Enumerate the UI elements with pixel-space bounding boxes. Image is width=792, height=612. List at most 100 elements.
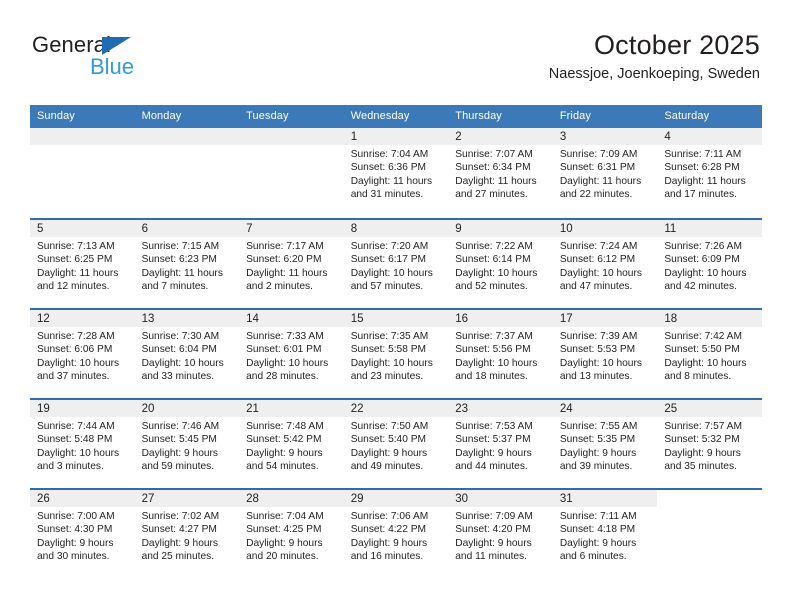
day-sun-info: Sunrise: 7:50 AM Sunset: 5:40 PM Daylight:… — [344, 417, 449, 473]
weekday-header-thursday: Thursday — [448, 105, 553, 128]
day-cell-8[interactable]: 8 Sunrise: 7:20 AM Sunset: 6:17 PM Daylight… — [343, 218, 449, 308]
day-cell-25[interactable]: 25 Sunrise: 7:57 AM Sunset: 5:32 PM Dayligh… — [657, 398, 762, 488]
day-cell-inner: 4 Sunrise: 7:11 AM Sunset: 6:28 PM Daylight… — [657, 128, 762, 218]
day-sun-info: Sunrise: 7:20 AM Sunset: 6:17 PM Daylight:… — [344, 237, 449, 293]
day-cell-29[interactable]: 29 Sunrise: 7:06 AM Sunset: 4:22 PM Dayligh… — [343, 488, 449, 578]
sunrise-text: Sunrise: 7:20 AM — [350, 241, 429, 252]
day-sun-info: Sunrise: 7:15 AM Sunset: 6:23 PM Daylight:… — [135, 237, 240, 293]
calendar-header-row: Sunday Monday Tuesday Wednesday Thursday Frid… — [30, 105, 762, 128]
day-sun-info: Sunrise: 7:00 AM Sunset: 4:30 PM Daylight:… — [30, 507, 135, 563]
weekday-header-saturday: Saturday — [657, 105, 762, 128]
daylight-text: Daylight: 9 hours — [455, 447, 532, 459]
sunrise-text: Sunrise: 7:39 AM — [559, 331, 638, 342]
weekday-header-friday: Friday — [552, 105, 658, 128]
daylight-text-cont: and 33 minutes. — [141, 370, 215, 382]
sunset-text: Sunset: 6:04 PM — [141, 344, 217, 356]
day-cell-10[interactable]: 10 Sunrise: 7:24 AM Sunset: 6:12 PM Dayligh… — [552, 218, 658, 308]
day-cell-inner: 17 Sunrise: 7:39 AM Sunset: 5:53 PM Dayligh… — [552, 308, 658, 398]
day-cell-empty — [239, 128, 344, 218]
sunrise-text: Sunrise: 7:50 AM — [350, 421, 429, 432]
day-cell-16[interactable]: 16 Sunrise: 7:37 AM Sunset: 5:56 PM Dayligh… — [448, 308, 553, 398]
day-cell-empty — [657, 488, 762, 578]
day-cell-28[interactable]: 28 Sunrise: 7:04 AM Sunset: 4:25 PM Dayligh… — [239, 488, 344, 578]
calendar-week-row: 1 Sunrise: 7:04 AM Sunset: 6:36 PM Daylight… — [30, 128, 762, 218]
day-cell-5[interactable]: 5 Sunrise: 7:13 AM Sunset: 6:25 PM Daylight… — [30, 218, 135, 308]
sunrise-text: Sunrise: 7:17 AM — [246, 241, 324, 252]
daylight-text: Daylight: 9 hours — [350, 447, 428, 459]
day-number: 17 — [552, 310, 658, 327]
day-cell-inner: 3 Sunrise: 7:09 AM Sunset: 6:31 PM Daylight… — [552, 128, 658, 218]
day-cell-15[interactable]: 15 Sunrise: 7:35 AM Sunset: 5:58 PM Dayligh… — [343, 308, 449, 398]
day-cell-inner — [134, 128, 240, 218]
day-cell-1[interactable]: 1 Sunrise: 7:04 AM Sunset: 6:36 PM Daylight… — [343, 128, 449, 218]
day-cell-23[interactable]: 23 Sunrise: 7:53 AM Sunset: 5:37 PM Dayligh… — [448, 398, 553, 488]
day-sun-info: Sunrise: 7:57 AM Sunset: 5:32 PM Daylight:… — [657, 417, 762, 473]
daylight-text-cont: and 28 minutes. — [246, 370, 319, 382]
day-number: 19 — [30, 400, 135, 417]
daylight-text: Daylight: 10 hours — [350, 267, 433, 279]
daylight-text: Daylight: 9 hours — [141, 537, 219, 549]
daylight-text: Daylight: 11 hours — [246, 267, 328, 279]
day-cell-empty — [134, 128, 240, 218]
day-cell-18[interactable]: 18 Sunrise: 7:42 AM Sunset: 5:50 PM Dayligh… — [657, 308, 762, 398]
day-cell-inner: 5 Sunrise: 7:13 AM Sunset: 6:25 PM Daylight… — [30, 218, 135, 308]
day-cell-31[interactable]: 31 Sunrise: 7:11 AM Sunset: 4:18 PM Dayligh… — [552, 488, 658, 578]
day-number: 22 — [343, 400, 449, 417]
day-cell-19[interactable]: 19 Sunrise: 7:44 AM Sunset: 5:48 PM Dayligh… — [30, 398, 135, 488]
day-cell-24[interactable]: 24 Sunrise: 7:55 AM Sunset: 5:35 PM Dayligh… — [552, 398, 658, 488]
day-cell-inner: 29 Sunrise: 7:06 AM Sunset: 4:22 PM Dayligh… — [343, 488, 449, 578]
day-cell-26[interactable]: 26 Sunrise: 7:00 AM Sunset: 4:30 PM Dayligh… — [30, 488, 135, 578]
day-cell-11[interactable]: 11 Sunrise: 7:26 AM Sunset: 6:09 PM Dayligh… — [657, 218, 762, 308]
day-cell-30[interactable]: 30 Sunrise: 7:09 AM Sunset: 4:20 PM Dayligh… — [448, 488, 553, 578]
day-cell-inner: 23 Sunrise: 7:53 AM Sunset: 5:37 PM Dayligh… — [448, 398, 553, 488]
weekday-header-tuesday: Tuesday — [239, 105, 344, 128]
day-cell-2[interactable]: 2 Sunrise: 7:07 AM Sunset: 6:34 PM Daylight… — [448, 128, 553, 218]
sunrise-text: Sunrise: 7:35 AM — [350, 331, 429, 342]
daylight-text-cont: and 47 minutes. — [559, 280, 633, 292]
daylight-text: Daylight: 11 hours — [350, 175, 433, 187]
daylight-text: Daylight: 11 hours — [664, 175, 746, 187]
day-cell-27[interactable]: 27 Sunrise: 7:02 AM Sunset: 4:27 PM Dayligh… — [134, 488, 240, 578]
day-cell-21[interactable]: 21 Sunrise: 7:48 AM Sunset: 5:42 PM Dayligh… — [239, 398, 344, 488]
day-cell-14[interactable]: 14 Sunrise: 7:33 AM Sunset: 6:01 PM Dayligh… — [239, 308, 344, 398]
day-cell-inner: 28 Sunrise: 7:04 AM Sunset: 4:25 PM Dayligh… — [239, 488, 344, 578]
day-cell-20[interactable]: 20 Sunrise: 7:46 AM Sunset: 5:45 PM Dayligh… — [134, 398, 240, 488]
day-cell-4[interactable]: 4 Sunrise: 7:11 AM Sunset: 6:28 PM Daylight… — [657, 128, 762, 218]
day-cell-3[interactable]: 3 Sunrise: 7:09 AM Sunset: 6:31 PM Daylight… — [552, 128, 658, 218]
daylight-text: Daylight: 10 hours — [664, 357, 747, 369]
day-cell-13[interactable]: 13 Sunrise: 7:30 AM Sunset: 6:04 PM Dayligh… — [134, 308, 240, 398]
day-number-empty — [239, 128, 344, 145]
daylight-text-cont: and 6 minutes. — [559, 550, 627, 562]
day-sun-info: Sunrise: 7:11 AM Sunset: 6:28 PM Daylight:… — [657, 145, 762, 201]
daylight-text-cont: and 30 minutes. — [37, 550, 110, 562]
sunrise-text: Sunrise: 7:30 AM — [141, 331, 220, 342]
sunrise-sunset-calendar: Sunday Monday Tuesday Wednesday Thursday Frid… — [30, 105, 762, 578]
day-cell-22[interactable]: 22 Sunrise: 7:50 AM Sunset: 5:40 PM Dayligh… — [343, 398, 449, 488]
sunset-text: Sunset: 6:20 PM — [246, 254, 322, 266]
logo-text-general: General — [32, 32, 111, 57]
day-cell-7[interactable]: 7 Sunrise: 7:17 AM Sunset: 6:20 PM Daylight… — [239, 218, 344, 308]
sunrise-text: Sunrise: 7:22 AM — [455, 241, 533, 252]
page-header: General Blue October 2025 Naessjoe, Joen… — [0, 0, 792, 82]
weekday-header-wednesday: Wednesday — [343, 105, 449, 128]
day-number: 7 — [239, 220, 344, 237]
day-sun-info: Sunrise: 7:22 AM Sunset: 6:14 PM Daylight:… — [448, 237, 553, 293]
sunset-text: Sunset: 4:25 PM — [246, 524, 322, 536]
day-cell-12[interactable]: 12 Sunrise: 7:28 AM Sunset: 6:06 PM Dayligh… — [30, 308, 135, 398]
daylight-text: Daylight: 9 hours — [559, 447, 637, 459]
day-cell-6[interactable]: 6 Sunrise: 7:15 AM Sunset: 6:23 PM Daylight… — [134, 218, 240, 308]
daylight-text-cont: and 16 minutes. — [350, 550, 424, 562]
day-cell-9[interactable]: 9 Sunrise: 7:22 AM Sunset: 6:14 PM Daylight… — [448, 218, 553, 308]
day-number: 16 — [448, 310, 553, 327]
sunset-text: Sunset: 6:28 PM — [664, 162, 740, 174]
sunrise-text: Sunrise: 7:02 AM — [141, 511, 220, 522]
daylight-text-cont: and 57 minutes. — [350, 280, 424, 292]
sunset-text: Sunset: 4:30 PM — [37, 524, 113, 536]
day-number: 31 — [552, 490, 658, 507]
calendar-week-row: 19 Sunrise: 7:44 AM Sunset: 5:48 PM Dayligh… — [30, 398, 762, 488]
day-cell-17[interactable]: 17 Sunrise: 7:39 AM Sunset: 5:53 PM Dayligh… — [552, 308, 658, 398]
day-cell-inner: 26 Sunrise: 7:00 AM Sunset: 4:30 PM Dayligh… — [30, 488, 135, 578]
daylight-text: Daylight: 9 hours — [664, 447, 741, 459]
day-sun-info: Sunrise: 7:44 AM Sunset: 5:48 PM Daylight:… — [30, 417, 135, 473]
day-cell-inner: 10 Sunrise: 7:24 AM Sunset: 6:12 PM Dayligh… — [552, 218, 658, 308]
